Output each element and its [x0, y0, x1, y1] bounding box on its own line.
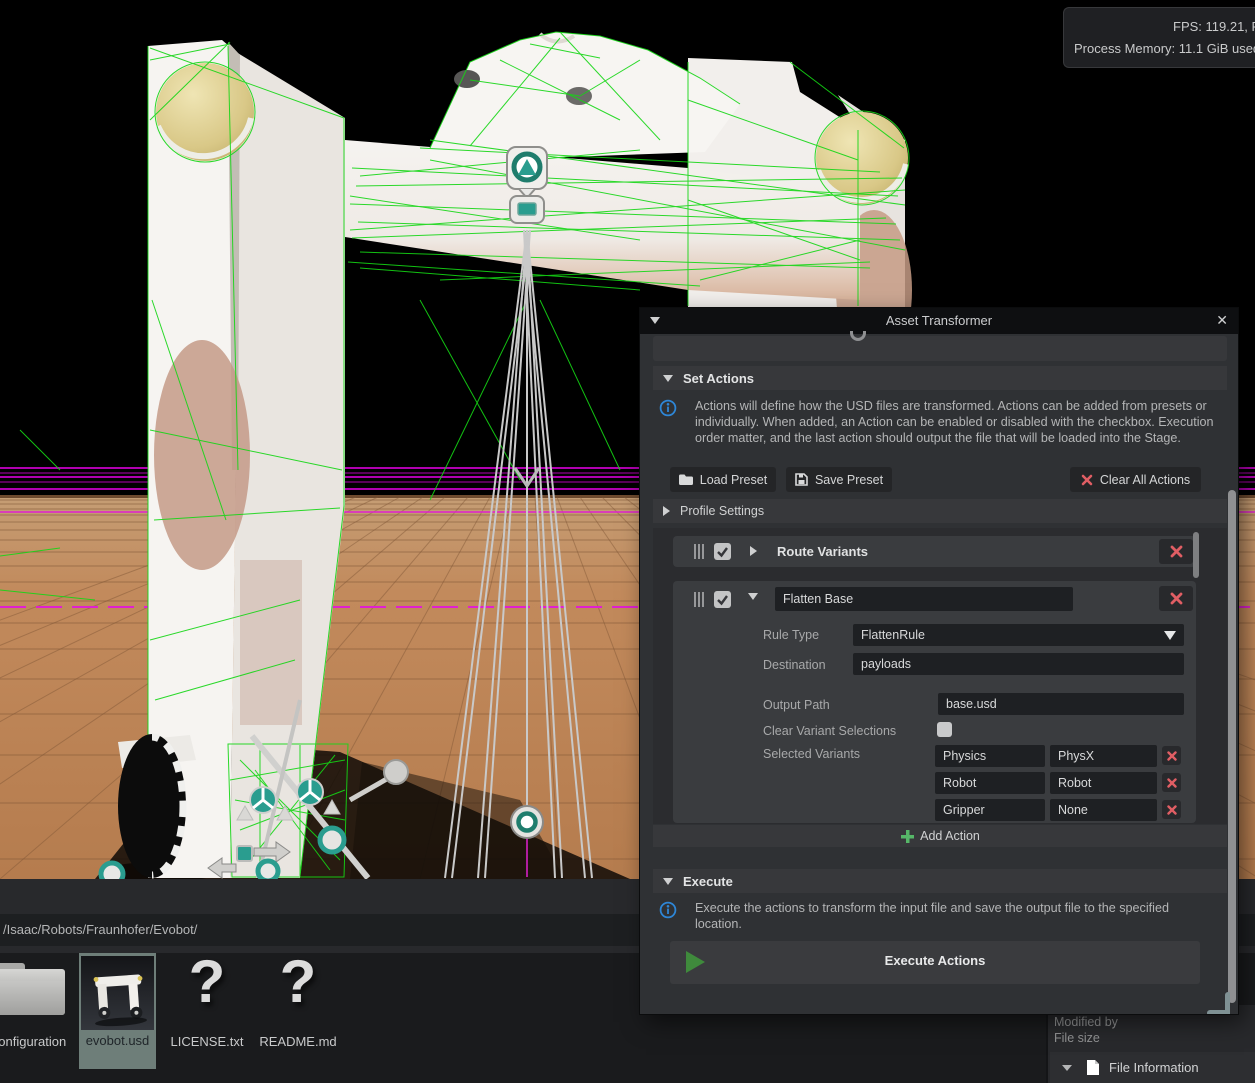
unknown-file-icon: ? [164, 947, 250, 1016]
expand-icon [663, 506, 670, 516]
execute-actions-button[interactable]: Execute Actions [670, 941, 1200, 984]
modified-by-label: Modified by [1054, 1015, 1118, 1029]
drag-handle-icon[interactable] [694, 592, 704, 607]
add-action-button[interactable]: Add Action [653, 825, 1227, 847]
rule-type-label: Rule Type [763, 628, 819, 642]
clear-x-icon [1081, 474, 1093, 486]
output-path-label: Output Path [763, 698, 830, 712]
folder-icon [0, 963, 65, 1017]
file-label: evobot.usd [79, 1033, 156, 1049]
scrolled-knob-fragment [850, 331, 866, 341]
variant-value-field[interactable]: None [1050, 799, 1157, 821]
collapse-icon[interactable] [748, 593, 758, 600]
action-enabled-checkbox[interactable] [714, 591, 731, 608]
save-icon [795, 473, 808, 486]
actions-list-scrollbar[interactable] [1193, 532, 1199, 578]
execute-header[interactable]: Execute [653, 869, 1227, 893]
action-card-route-variants[interactable]: Route Variants [673, 536, 1196, 567]
clear-all-actions-label: Clear All Actions [1100, 473, 1190, 487]
add-action-label: Add Action [920, 829, 980, 843]
variant-delete-button[interactable] [1162, 746, 1181, 765]
expand-icon[interactable] [750, 546, 757, 556]
sensor-gizmo-icon[interactable] [510, 196, 544, 223]
save-preset-button[interactable]: Save Preset [786, 467, 892, 492]
usd-thumbnail [81, 956, 154, 1030]
info-icon [659, 901, 677, 919]
document-icon [1086, 1059, 1100, 1076]
execute-description: Execute the actions to transform the inp… [695, 900, 1200, 932]
fps-readout: FPS: 119.21, Fra [1173, 19, 1255, 34]
output-path-field[interactable]: base.usd [938, 693, 1184, 715]
action-enabled-checkbox[interactable] [714, 543, 731, 560]
set-actions-description: Actions will define how the USD files ar… [695, 398, 1216, 447]
application-window: FPS: 119.21, Fra Process Memory: 11.1 Gi… [0, 0, 1255, 1083]
load-preset-button[interactable]: Load Preset [670, 467, 776, 492]
file-information-label: File Information [1109, 1060, 1199, 1075]
execute-actions-label: Execute Actions [670, 953, 1200, 968]
file-item-readme[interactable]: ? README.md [254, 953, 342, 1081]
variant-key-field[interactable]: Robot [935, 772, 1045, 794]
destination-field[interactable]: payloads [853, 653, 1184, 675]
delete-action-button[interactable] [1159, 539, 1193, 564]
file-item-evobot-usd[interactable]: evobot.usd [79, 953, 156, 1069]
action-card-flatten-base[interactable]: Flatten Base Rule Type FlattenRule Desti… [673, 581, 1196, 823]
panel-scrollbar[interactable] [1228, 490, 1236, 1003]
action-name-label: Route Variants [777, 544, 868, 559]
rule-type-value: FlattenRule [861, 628, 925, 642]
panel-titlebar[interactable]: Asset Transformer ✕ [640, 308, 1238, 334]
set-actions-header[interactable]: Set Actions [653, 366, 1227, 390]
file-label: README.md [254, 1034, 342, 1050]
rule-type-dropdown[interactable]: FlattenRule [853, 624, 1184, 646]
set-actions-title: Set Actions [683, 371, 754, 386]
unknown-file-icon: ? [254, 947, 342, 1016]
close-icon[interactable]: ✕ [1216, 312, 1228, 329]
collapse-icon [663, 878, 673, 885]
variant-delete-button[interactable] [1162, 800, 1181, 819]
drag-handle-icon[interactable] [694, 544, 704, 559]
load-preset-label: Load Preset [700, 473, 767, 487]
profile-settings-label: Profile Settings [680, 504, 764, 518]
performance-overlay: FPS: 119.21, Fra Process Memory: 11.1 Gi… [1063, 7, 1255, 68]
variant-value-field[interactable]: PhysX [1050, 745, 1157, 767]
collapse-icon [663, 375, 673, 382]
dropdown-caret-icon [1164, 631, 1176, 640]
file-size-label: File size [1054, 1031, 1100, 1045]
variant-key-field[interactable]: Gripper [935, 799, 1045, 821]
selected-variants-label: Selected Variants [763, 747, 860, 761]
clear-variant-selections-label: Clear Variant Selections [763, 724, 896, 738]
clear-variant-selections-checkbox[interactable] [937, 722, 952, 737]
destination-label: Destination [763, 658, 826, 672]
variant-key-field[interactable]: Physics [935, 745, 1045, 767]
file-item-license[interactable]: ? LICENSE.txt [164, 953, 250, 1081]
folder-icon [679, 474, 693, 485]
info-icon [659, 399, 677, 417]
chevron-down-icon [1062, 1065, 1072, 1071]
file-details-pane: Modified by File size File Information [1046, 1005, 1255, 1083]
execute-title: Execute [683, 874, 733, 889]
save-preset-label: Save Preset [815, 473, 883, 487]
panel-resize-handle[interactable] [1206, 992, 1230, 1014]
asset-transformer-panel: Asset Transformer ✕ Set Actions Actions … [640, 308, 1238, 1014]
memory-readout: Process Memory: 11.1 GiB used, [1074, 41, 1255, 56]
plus-icon [900, 829, 915, 844]
scrolled-widget-stub [653, 336, 1227, 361]
clear-all-actions-button[interactable]: Clear All Actions [1070, 467, 1201, 492]
actions-list: Route Variants Flatten Base [653, 528, 1227, 824]
variant-delete-button[interactable] [1162, 773, 1181, 792]
file-information-header[interactable]: File Information [1050, 1052, 1255, 1083]
file-item-configuration[interactable]: configuration [0, 953, 84, 1081]
delete-action-button[interactable] [1159, 586, 1193, 611]
variant-value-field[interactable]: Robot [1050, 772, 1157, 794]
panel-title: Asset Transformer [640, 313, 1238, 328]
joint-gizmo-icon[interactable] [511, 806, 543, 838]
file-label: configuration [0, 1034, 69, 1050]
action-name-field[interactable]: Flatten Base [775, 587, 1073, 611]
file-label: LICENSE.txt [164, 1034, 250, 1050]
profile-settings-header[interactable]: Profile Settings [653, 499, 1227, 523]
